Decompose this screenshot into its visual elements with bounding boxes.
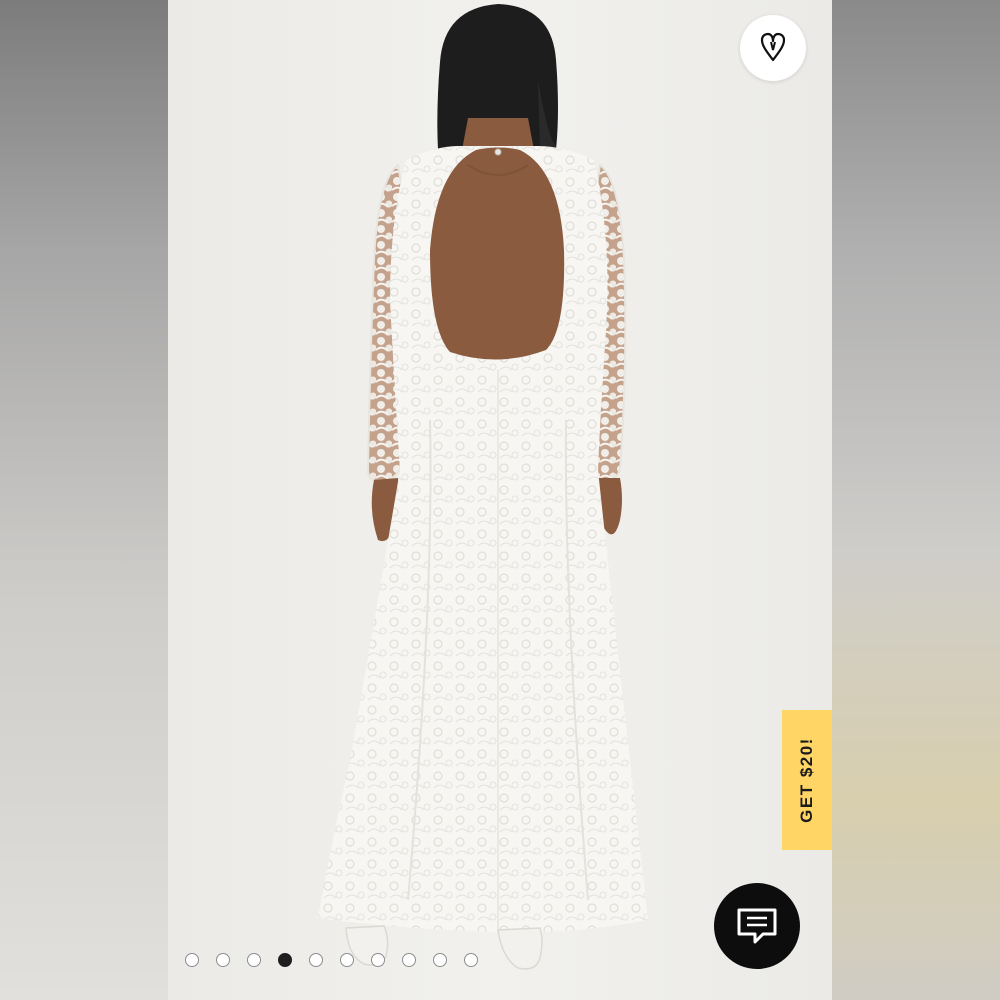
promo-tab[interactable]: GET $20! [782, 710, 832, 850]
carousel-dot[interactable] [371, 953, 385, 967]
carousel-dots [185, 953, 478, 967]
product-image-viewer[interactable]: GET $20! [168, 0, 832, 1000]
carousel-dot[interactable] [340, 953, 354, 967]
wishlist-button[interactable] [740, 15, 806, 81]
left-backdrop [0, 0, 168, 1000]
carousel-dot[interactable] [247, 953, 261, 967]
right-backdrop [832, 0, 1000, 1000]
chat-bubble-icon [737, 908, 777, 944]
carousel-dot[interactable] [216, 953, 230, 967]
carousel-dot[interactable] [185, 953, 199, 967]
carousel-dot[interactable] [433, 953, 447, 967]
carousel-dot[interactable] [402, 953, 416, 967]
product-photo [168, 0, 832, 1000]
carousel-dot[interactable] [278, 953, 292, 967]
carousel-dot[interactable] [464, 953, 478, 967]
chat-button[interactable] [714, 883, 800, 969]
heart-icon [760, 32, 786, 62]
promo-label: GET $20! [797, 737, 817, 823]
carousel-dot[interactable] [309, 953, 323, 967]
